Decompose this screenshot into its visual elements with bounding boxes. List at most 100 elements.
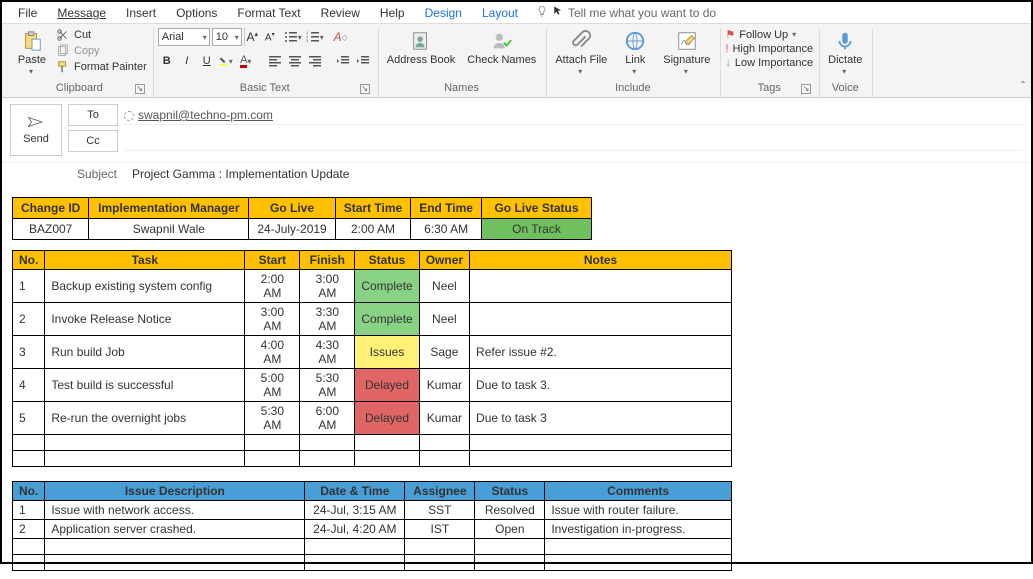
link-icon [624, 30, 646, 52]
collapse-ribbon-button[interactable]: ˆ [1021, 79, 1025, 93]
dialog-launcher-icon[interactable]: ↘ [135, 84, 145, 94]
voice-group-label: Voice [832, 82, 859, 94]
dictate-button[interactable]: Dictate▾ [824, 28, 866, 80]
low-importance-label: Low Importance [735, 57, 813, 69]
align-right-button[interactable] [306, 52, 324, 70]
menu-message[interactable]: Message [47, 4, 116, 22]
font-name-dropdown[interactable]: Arial▾ [158, 28, 210, 46]
subject-field[interactable]: Project Gamma : Implementation Update [132, 167, 349, 181]
summary-row: BAZ007 Swapnil Wale 24-July-2019 2:00 AM… [13, 219, 592, 240]
follow-up-button[interactable]: ⚑Follow Up▾ [725, 28, 813, 41]
send-label: Send [23, 133, 49, 145]
shrink-font-button[interactable]: A▾ [262, 28, 278, 46]
dialog-launcher-icon[interactable]: ↘ [801, 84, 811, 94]
address-book-button[interactable]: Address Book [383, 28, 459, 68]
increase-indent-button[interactable] [354, 52, 372, 70]
align-left-button[interactable] [266, 52, 284, 70]
menu-review[interactable]: Review [311, 4, 370, 22]
high-importance-label: High Importance [732, 43, 813, 55]
signature-icon [676, 30, 698, 52]
menu-file[interactable]: File [8, 4, 47, 22]
numbering-button[interactable]: 123▾ [306, 28, 326, 46]
format-painter-label: Format Painter [74, 61, 147, 73]
th-start-time: Start Time [335, 198, 410, 219]
cc-button[interactable]: Cc [68, 130, 118, 152]
chevron-down-icon: ▾ [203, 33, 209, 42]
align-left-icon [268, 54, 282, 68]
chevron-down-icon: ▾ [247, 57, 253, 66]
tags-group-label: Tags [758, 82, 781, 94]
flag-icon: ⚑ [725, 28, 735, 41]
chevron-down-icon: ▾ [229, 57, 235, 66]
address-book-label: Address Book [387, 54, 455, 66]
copy-label: Copy [74, 45, 100, 57]
th-task: Task [45, 251, 245, 270]
numbering-icon: 123 [306, 30, 320, 44]
attach-file-label: Attach File [555, 54, 607, 66]
summary-change-id: BAZ007 [13, 219, 89, 240]
cc-field[interactable] [124, 131, 1023, 151]
clipboard-group-label: Clipboard [56, 82, 103, 94]
paste-button[interactable]: Paste ▾ [12, 28, 52, 80]
task-row-empty [13, 451, 732, 467]
th-owner: Owner [419, 251, 469, 270]
menu-layout[interactable]: Layout [472, 4, 528, 22]
summary-table: Change ID Implementation Manager Go Live… [12, 197, 592, 240]
to-field[interactable]: swapnil@techno-pm.com [124, 106, 1023, 125]
format-painter-button[interactable]: Format Painter [56, 60, 147, 74]
highlight-button[interactable]: ▾ [218, 52, 236, 70]
signature-button[interactable]: Signature▾ [659, 28, 714, 80]
email-body[interactable]: Change ID Implementation Manager Go Live… [2, 189, 1031, 579]
cut-label: Cut [74, 29, 91, 41]
underline-button[interactable]: U [198, 52, 216, 70]
link-button[interactable]: Link▾ [615, 28, 655, 80]
tasks-table: No. Task Start Finish Status Owner Notes… [12, 250, 732, 467]
low-importance-button[interactable]: ↓Low Importance [725, 57, 813, 69]
send-button[interactable]: Send [10, 104, 62, 156]
clear-formatting-button[interactable]: A◇ [332, 28, 350, 46]
svg-text:3: 3 [306, 38, 309, 43]
grow-font-button[interactable]: A▴ [244, 28, 260, 46]
menu-help[interactable]: Help [370, 4, 415, 22]
indent-icon [356, 54, 370, 68]
follow-up-label: Follow Up [739, 29, 788, 41]
high-importance-button[interactable]: !High Importance [725, 43, 813, 55]
address-book-icon [410, 30, 432, 52]
italic-button[interactable]: I [178, 52, 196, 70]
font-size-dropdown[interactable]: 10▾ [212, 28, 242, 46]
attach-file-button[interactable]: Attach File▾ [551, 28, 611, 80]
basic-text-group-label: Basic Text [240, 82, 290, 94]
bullets-button[interactable]: ▾ [284, 28, 304, 46]
contact-placeholder-icon [124, 111, 134, 121]
th-issue-desc: Issue Description [45, 482, 305, 501]
compose-header: Send To Cc swapnil@techno-pm.com [2, 98, 1031, 163]
group-voice: Dictate▾ Voice [820, 28, 873, 97]
menu-options[interactable]: Options [166, 4, 227, 22]
menu-format-text[interactable]: Format Text [227, 4, 310, 22]
menu-insert[interactable]: Insert [116, 4, 166, 22]
microphone-icon [834, 30, 856, 52]
check-names-button[interactable]: Check Names [463, 28, 540, 68]
align-center-button[interactable] [286, 52, 304, 70]
th-notes: Notes [470, 251, 732, 270]
cut-button[interactable]: Cut [56, 28, 147, 42]
group-clipboard: Paste ▾ Cut Copy Format Painter Clipboar… [8, 28, 154, 97]
link-label: Link [625, 54, 645, 66]
align-center-icon [288, 54, 302, 68]
signature-label: Signature [663, 54, 710, 66]
bold-button[interactable]: B [158, 52, 176, 70]
group-tags: ⚑Follow Up▾ !High Importance ↓Low Import… [721, 28, 820, 97]
chevron-down-icon: ▾ [684, 66, 690, 78]
tell-me-search[interactable]: Tell me what you want to do [536, 5, 716, 20]
chevron-down-icon: ▾ [29, 66, 35, 78]
chevron-down-icon: ▾ [842, 66, 848, 78]
decrease-indent-button[interactable] [334, 52, 352, 70]
dialog-launcher-icon[interactable]: ↘ [360, 84, 370, 94]
task-row: 2Invoke Release Notice3:00 AM3:30 AMComp… [13, 303, 732, 336]
font-color-button[interactable]: A▾ [238, 52, 256, 70]
copy-button[interactable]: Copy [56, 44, 147, 58]
menu-design[interactable]: Design [415, 4, 472, 22]
to-button[interactable]: To [68, 104, 118, 126]
to-value: swapnil@techno-pm.com [138, 108, 273, 122]
dictate-label: Dictate [828, 54, 862, 66]
